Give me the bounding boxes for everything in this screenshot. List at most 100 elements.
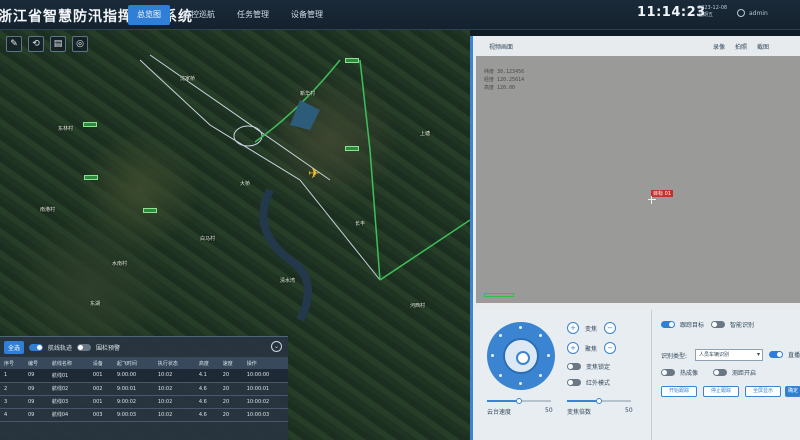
thermal-toggle[interactable]	[661, 369, 675, 376]
place-label: 白马村	[200, 236, 216, 242]
column-header: 序号	[0, 357, 24, 369]
joystick-center[interactable]	[516, 351, 530, 365]
drone-icon[interactable]: ✈	[306, 166, 322, 182]
table-cell: 09	[23, 408, 48, 422]
route-loop	[233, 125, 263, 147]
location-icon[interactable]: ◎	[72, 36, 88, 52]
table-cell: 10:02	[153, 382, 195, 396]
table-row[interactable]: 2 09 航线02 002 9:00:01 10:02 4.6 20 10:00…	[0, 382, 288, 396]
focus-in-icon[interactable]: +	[567, 342, 579, 354]
photo-button[interactable]: 拍照	[735, 42, 747, 51]
ai-detect-toggle[interactable]	[711, 321, 725, 328]
task-table: 序号 编号 航线名称 设备 起飞时间 执行状态 高度 速度 操作 1 09 航线…	[0, 357, 288, 422]
detect-type-select[interactable]: 人员车辆识别	[695, 349, 763, 361]
zoom-ratio-slider[interactable]	[567, 398, 631, 404]
user-menu[interactable]: admin	[737, 9, 768, 17]
column-header: 执行状态	[153, 357, 195, 369]
ranging-row: 测距开启	[713, 368, 756, 377]
nav-device[interactable]: 设备管理	[282, 5, 332, 25]
place-label: 清水湾	[280, 278, 296, 284]
site-marker[interactable]	[345, 58, 359, 63]
zoom-in-icon[interactable]: +	[567, 322, 579, 334]
focus-out-icon[interactable]: −	[604, 342, 616, 354]
measure-icon[interactable]: ⟲	[28, 36, 44, 52]
infrared-toggle[interactable]	[567, 379, 581, 386]
table-cell: 9:00:01	[112, 382, 154, 396]
site-marker[interactable]	[84, 175, 98, 180]
table-row[interactable]: 1 09 航线01 001 9:00:00 10:02 4.1 20 10:00…	[0, 369, 288, 383]
place-label: 新华村	[300, 91, 316, 97]
live-row: 直播	[769, 350, 800, 359]
screenshot-button[interactable]: 截图	[757, 42, 769, 51]
focus-label: 聚焦	[585, 346, 598, 353]
zoom-ratio-label: 变焦倍数	[567, 409, 592, 416]
top-bar: 浙江省智慧防汛指挥调度系统 总览图 监控巡航 任务管理 设备管理 11:14:2…	[0, 0, 800, 30]
table-row[interactable]: 3 09 航线03 001 9:00:02 10:02 4.6 20 10:00…	[0, 395, 288, 409]
gimbal-joystick[interactable]	[487, 322, 555, 390]
table-cell: 002	[88, 382, 113, 396]
chevron-down-icon[interactable]: ⌄	[271, 341, 282, 352]
live-toggle[interactable]	[769, 351, 783, 358]
live-label: 直播	[788, 352, 800, 359]
table-row[interactable]: 4 09 航线04 003 9:00:03 10:02 4.6 20 10:00…	[0, 408, 288, 422]
confirm-button[interactable]: 确定	[785, 386, 800, 397]
joystick-tick	[539, 334, 542, 337]
column-header: 高度	[194, 357, 219, 369]
site-marker[interactable]	[83, 122, 97, 127]
table-cell: 航线02	[47, 382, 89, 396]
table-cell: 20	[218, 382, 243, 396]
nav-overview[interactable]: 总览图	[128, 5, 170, 25]
auto-track-toggle[interactable]	[661, 321, 675, 328]
slider-knob[interactable]	[516, 398, 522, 404]
zoom-ratio-value: 50	[625, 407, 633, 414]
gimbal-speed-label: 云台速度	[487, 409, 512, 416]
place-label: 东湖	[90, 301, 101, 307]
place-label: 长丰	[355, 221, 366, 227]
date-display: 2023-12-08 星期五	[698, 5, 727, 19]
list-toolbar: 全选 航线轨迹 围栏预警	[0, 337, 288, 357]
slider-fill	[567, 400, 599, 402]
place-label: 东林村	[58, 126, 74, 132]
lake	[290, 100, 320, 130]
layer-icon[interactable]: ▤	[50, 36, 66, 52]
record-button[interactable]: 录像	[713, 42, 725, 51]
fence-toggle[interactable]	[77, 343, 92, 351]
place-label: 沈家桥	[180, 76, 196, 82]
edit-icon[interactable]: ✎	[6, 36, 22, 52]
table-cell: 4.6	[194, 382, 219, 396]
column-header: 操作	[242, 357, 288, 369]
column-header: 编号	[23, 357, 48, 369]
table-cell: 10:00:03	[242, 408, 288, 422]
table-cell: 9:00:00	[112, 369, 154, 383]
select-all-button[interactable]: 全选	[4, 340, 25, 354]
slider-knob[interactable]	[596, 398, 602, 404]
zoom-lock-toggle[interactable]	[567, 363, 581, 370]
site-marker[interactable]	[143, 208, 157, 213]
gimbal-speed-slider[interactable]	[487, 398, 551, 404]
nav-monitor[interactable]: 监控巡航	[174, 5, 224, 25]
table-cell: 001	[88, 369, 113, 383]
ai-detect-row: 智能识别	[711, 320, 754, 329]
ranging-toggle[interactable]	[713, 369, 727, 376]
start-track-button[interactable]: 开始跟踪	[661, 386, 697, 397]
joystick-tick	[499, 374, 502, 377]
auto-track-label: 跟踪目标	[680, 322, 705, 329]
table-cell: 2	[0, 382, 24, 396]
video-feed[interactable]: 纬度 30.123456 经度 120.25614 高度 120.00 目标 0…	[476, 56, 800, 303]
table-cell: 20	[218, 408, 243, 422]
stop-track-button[interactable]: 停止跟踪	[703, 386, 739, 397]
video-osd: 纬度 30.123456 经度 120.25614 高度 120.00	[484, 69, 525, 91]
gimbal-speed-value: 50	[545, 407, 553, 414]
table-cell: 4.6	[194, 395, 219, 409]
table-cell: 001	[88, 395, 113, 409]
fullscreen-button[interactable]: 全屏显示	[745, 386, 781, 397]
track-toggle[interactable]	[29, 343, 44, 351]
table-cell: 003	[88, 408, 113, 422]
zoom-out-icon[interactable]: −	[604, 322, 616, 334]
table-cell: 9:00:02	[112, 395, 154, 409]
table-cell: 4	[0, 408, 24, 422]
table-cell: 09	[23, 369, 48, 383]
nav-task[interactable]: 任务管理	[228, 5, 278, 25]
column-header: 航线名称	[47, 357, 89, 369]
site-marker[interactable]	[345, 146, 359, 151]
